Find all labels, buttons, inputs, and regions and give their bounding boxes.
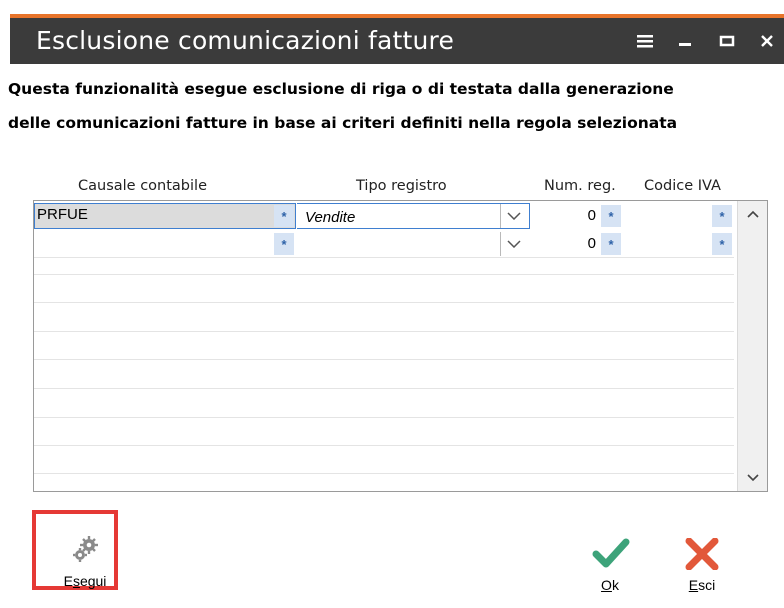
data-grid[interactable]: PRFUE * Vendite 0 * * * 0 * * <box>33 200 768 492</box>
header-codice-iva: Codice IVA <box>644 178 721 194</box>
row1-tipo-dropdown-icon[interactable] <box>500 204 527 228</box>
scroll-up-icon[interactable] <box>738 203 767 225</box>
row1-num-zoom-icon[interactable]: * <box>601 205 621 227</box>
row2-iva-zoom-icon[interactable]: * <box>712 233 732 255</box>
grid-row-divider <box>34 257 734 258</box>
row2-causale-zoom-icon[interactable]: * <box>274 233 294 255</box>
grid-row-divider <box>34 331 734 332</box>
grid-header-row: Causale contabile Tipo registro Num. reg… <box>34 178 734 200</box>
scroll-down-icon[interactable] <box>738 467 767 489</box>
row2-num-zoom-icon[interactable]: * <box>601 233 621 255</box>
title-bar: Esclusione comunicazioni fatture <box>10 18 784 64</box>
esegui-label: Esegui <box>63 573 107 589</box>
row1-num-value[interactable]: 0 <box>556 207 596 224</box>
row1-causale-value: PRFUE <box>37 206 88 223</box>
row1-causale-field[interactable]: PRFUE <box>34 203 296 229</box>
esci-label: Esci <box>688 577 716 593</box>
close-x-icon <box>685 537 719 571</box>
row2-tipo-dropdown-icon[interactable] <box>500 232 527 256</box>
description-line-2: delle comunicazioni fatture in base ai c… <box>8 114 678 132</box>
ok-label: Ok <box>601 577 619 593</box>
grid-row-divider <box>34 359 734 360</box>
description-line-1: Questa funzionalità esegue esclusione di… <box>8 80 674 98</box>
minimize-icon[interactable] <box>672 28 698 54</box>
scroll-track[interactable] <box>741 225 765 467</box>
esci-button[interactable]: Esci <box>680 537 724 593</box>
grid-row-divider <box>34 473 734 474</box>
ok-button[interactable]: Ok <box>588 538 632 593</box>
close-icon[interactable] <box>754 28 780 54</box>
checkmark-icon <box>592 538 630 568</box>
esegui-button[interactable]: Esegui <box>50 534 120 589</box>
row1-tipo-value: Vendite <box>305 209 356 226</box>
maximize-icon[interactable] <box>714 28 740 54</box>
row1-iva-zoom-icon[interactable]: * <box>712 205 732 227</box>
row1-tipo-field[interactable]: Vendite <box>297 203 530 229</box>
description-text: Questa funzionalità esegue esclusione di… <box>8 72 768 140</box>
row2-num-value[interactable]: 0 <box>556 235 596 252</box>
grid-row-divider <box>34 445 734 446</box>
window-title: Esclusione comunicazioni fatture <box>36 26 455 55</box>
header-num-reg: Num. reg. <box>544 178 616 194</box>
row1-causale-zoom-icon[interactable]: * <box>274 205 294 227</box>
menu-icon[interactable] <box>632 28 658 54</box>
header-causale-contabile: Causale contabile <box>78 178 207 194</box>
grid-row-divider <box>34 302 734 303</box>
grid-row-divider <box>34 274 734 275</box>
gears-icon <box>73 536 98 562</box>
grid-scrollbar[interactable] <box>737 201 767 491</box>
grid-row-divider <box>34 388 734 389</box>
grid-row-divider <box>34 417 734 418</box>
header-tipo-registro: Tipo registro <box>356 178 447 194</box>
